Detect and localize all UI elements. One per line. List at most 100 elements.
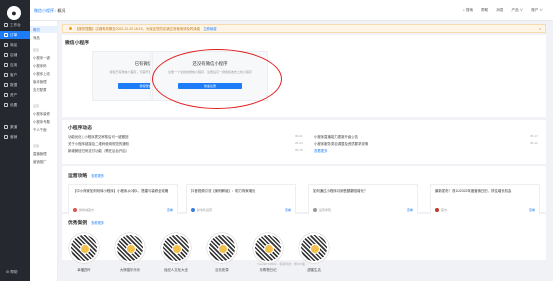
- sub-item-version[interactable]: 版本管理: [30, 78, 58, 85]
- strategy-card[interactable]: 抖音视频引流【案例解读】：助力商家增长 新零售运营 查看: [186, 184, 296, 217]
- customers-icon: [4, 73, 8, 77]
- dynamics-time: 05-24: [295, 141, 303, 145]
- sub-group-traffic: 流量: [33, 144, 40, 148]
- data-icon: [4, 83, 8, 87]
- product-menu[interactable]: 产品 ∨: [511, 8, 523, 13]
- view-link[interactable]: 查看: [285, 208, 291, 212]
- help-button[interactable]: 帮助: [481, 8, 488, 13]
- search-button[interactable]: ⌕ 搜索: [463, 8, 473, 13]
- case-item[interactable]: 巨长奶茶: [204, 233, 240, 272]
- view-link[interactable]: 查看: [529, 208, 535, 212]
- strategy-card[interactable]: 【中小商家如何玩转小程序】小程序从0到1，搭建与装修全攻略 微商城官方 查看: [68, 184, 178, 217]
- apps-icon: [4, 63, 8, 67]
- nav-item-store[interactable]: 店铺: [0, 51, 30, 59]
- warning-icon: [69, 27, 72, 30]
- sub-item-qrcode[interactable]: 小程序码: [30, 62, 58, 69]
- marketing-icon: [4, 135, 8, 139]
- goods-icon: [4, 43, 8, 47]
- dynamics-item[interactable]: 小程序直播能力更新升级公告: [314, 134, 358, 139]
- sub-item-topics[interactable]: 小程序专题: [30, 118, 58, 125]
- strategy-title: 运营攻略 查看更多: [68, 174, 104, 179]
- dynamics-time: 05-12: [530, 141, 538, 145]
- nav-item-assets[interactable]: 资产: [0, 91, 30, 99]
- sub-item-live[interactable]: 直播管理: [30, 150, 58, 157]
- cases-panel: 优秀案例 查看更多 幸福四叶 大熊猫乐乐乐 经纪人文化大全 巨长奶茶 乐购物日记 …: [62, 214, 546, 272]
- highlight-circle: [152, 49, 282, 109]
- case-item[interactable]: 大熊猫乐乐乐: [112, 233, 148, 272]
- cases-title: 优秀案例 查看更多: [68, 221, 104, 226]
- main-content: 【服务提醒】店铺有效期至2022-12-20 18:15，为保证您的店铺正常使用…: [62, 24, 548, 281]
- channels-icon: [4, 125, 8, 129]
- strategy-more-link[interactable]: 查看更多: [91, 174, 104, 178]
- nav-item-channels[interactable]: 渠道: [0, 123, 30, 131]
- case-item[interactable]: 乐购物日记: [250, 233, 286, 272]
- footer: Youzan ©2022 · 有赞科技 · 浙ICP备: [257, 262, 305, 266]
- qr-code-icon: [253, 233, 283, 263]
- notice-bar: 【服务提醒】店铺有效期至2022-12-20 18:15，为保证您的店铺正常使用…: [62, 24, 546, 33]
- renew-link[interactable]: 立即续费: [203, 26, 217, 31]
- brand-logo[interactable]: ●: [7, 6, 21, 20]
- qr-code-icon: [207, 233, 237, 263]
- breadcrumb-item-overview: 概况: [57, 8, 66, 13]
- nav-item-data[interactable]: 数据: [0, 81, 30, 89]
- orders-icon: [4, 33, 8, 37]
- case-item[interactable]: 幸福四叶: [66, 233, 102, 272]
- sub-item-oneclick[interactable]: 小程序一键: [30, 54, 58, 61]
- view-link[interactable]: 查看: [167, 208, 173, 212]
- sub-item-payment[interactable]: 支付配置: [30, 86, 58, 93]
- avatar: [73, 208, 77, 212]
- gear-icon: [4, 103, 8, 107]
- sub-item-goods[interactable]: 商品: [30, 34, 58, 41]
- qr-code-icon: [69, 233, 99, 263]
- dynamics-time: 06-01: [295, 134, 303, 138]
- view-link[interactable]: 查看: [407, 208, 413, 212]
- sub-item-overview[interactable]: 概况: [30, 26, 58, 33]
- sub-group-config: 配置: [33, 48, 40, 52]
- dynamics-item[interactable]: 关于小程序链接及二维码使用规范的通知: [68, 141, 129, 146]
- store-icon: [4, 53, 8, 57]
- sub-item-promotion[interactable]: 营销推广: [30, 158, 58, 165]
- nav-item-goods[interactable]: 商品: [0, 41, 30, 49]
- nav-item-orders[interactable]: 订单: [0, 31, 30, 39]
- strategy-card[interactable]: 如何通过小程序月销售额翻倍增长？ 运营学院 查看: [308, 184, 418, 217]
- dynamics-more-link[interactable]: 查看更多: [314, 148, 328, 153]
- nav-item-marketing[interactable]: 营销: [0, 133, 30, 141]
- avatar: [191, 208, 195, 212]
- qr-code-icon: [161, 233, 191, 263]
- case-item[interactable]: 甜蜜生活: [296, 233, 332, 272]
- sub-group-operation: 运营: [33, 104, 40, 108]
- case-item[interactable]: 经纪人文化大全: [158, 233, 194, 272]
- dynamics-time: 05-17: [530, 134, 538, 138]
- dynamics-item[interactable]: 功能优化 | 小程序提交审核后可一键撤回: [68, 134, 128, 139]
- account-menu[interactable]: 账户 ∨: [531, 8, 543, 13]
- top-bar: 微信小程序 / 概况 ⌕ 搜索 帮助 消息 产品 ∨ 账户 ∨: [30, 0, 553, 21]
- help-link[interactable]: ⚙ 帮助: [6, 270, 17, 275]
- notice-text: 【服务提醒】店铺有效期至2022-12-20 18:15，为保证您的店铺正常使用…: [75, 27, 201, 31]
- qr-code-icon: [115, 233, 145, 263]
- cases-more-link[interactable]: 查看更多: [91, 221, 104, 225]
- nav-item-workbench[interactable]: 工作台: [0, 21, 30, 29]
- strategy-card[interactable]: 最新发布！双11/2022年度营销日历，抓住增长机会 官方 查看: [430, 184, 540, 217]
- nav-item-apps[interactable]: 应用: [0, 61, 30, 69]
- nav-item-customers[interactable]: 客户: [0, 71, 30, 79]
- dynamics-item[interactable]: 小程序服务类目调整及资质要求说明: [314, 141, 368, 146]
- dynamics-item[interactable]: 新增微信扫码支付功能（需在后台开启）: [68, 148, 129, 153]
- breadcrumb-item-miniprogram[interactable]: 微信小程序: [34, 8, 54, 13]
- dynamics-time: 05-18: [295, 148, 303, 152]
- sub-item-launch[interactable]: 小程序上线: [30, 70, 58, 77]
- close-icon[interactable]: ×: [539, 27, 541, 31]
- sub-item-decoration[interactable]: 小程序装修: [30, 110, 58, 117]
- secondary-sidebar: 概况 商品 配置 小程序一键 小程序码 小程序上线 版本管理 支付配置 运营 小…: [30, 21, 58, 281]
- messages-button[interactable]: 消息: [496, 8, 503, 13]
- strategy-panel: 运营攻略 查看更多 【中小商家如何玩转小程序】小程序从0到1，搭建与装修全攻略 微…: [62, 166, 546, 217]
- qr-code-icon: [299, 233, 329, 263]
- sub-item-personalized[interactable]: 千人千面: [30, 126, 58, 133]
- workbench-icon: [4, 23, 8, 27]
- breadcrumb: 微信小程序 / 概况: [34, 8, 65, 14]
- main-nav: ● 工作台 订单 商品 店铺 应用 客户 数据 资产 设置 渠道 营销 ⚙ 帮助: [0, 0, 30, 281]
- avatar: [313, 208, 317, 212]
- dynamics-title: 小程序动态: [68, 126, 92, 131]
- assets-icon: [4, 93, 8, 97]
- nav-item-settings[interactable]: 设置: [0, 101, 30, 109]
- bind-title: 微信小程序: [65, 41, 89, 46]
